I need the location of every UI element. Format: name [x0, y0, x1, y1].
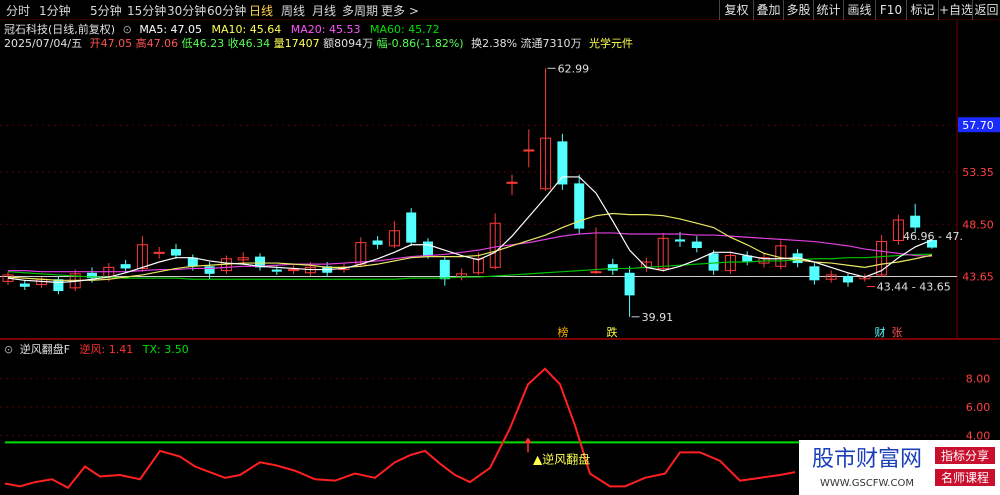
quote-low: 低46.23	[181, 37, 225, 50]
period-multi[interactable]: 多周期	[342, 2, 378, 19]
signal-arrow-head	[524, 437, 532, 444]
price-axis-tick: 43.65	[962, 271, 994, 284]
indicator-name: 逆风翻盘F	[19, 343, 71, 356]
candle-body	[708, 253, 719, 271]
add-favorite-button[interactable]: +自选	[938, 0, 973, 20]
period-monthly[interactable]: 月线	[312, 2, 336, 19]
candle-body	[809, 266, 820, 281]
range-low-label: 43.44 - 43.65	[877, 281, 951, 294]
quote-float: 流通7310万	[520, 37, 582, 50]
period-more[interactable]: 更多 >	[381, 2, 419, 19]
candle-body	[590, 271, 602, 274]
candle-body	[271, 269, 282, 272]
period-60min[interactable]: 60分钟	[207, 2, 246, 19]
event-marker: 跌	[607, 325, 618, 339]
period-5min[interactable]: 5分钟	[90, 2, 122, 19]
candle-body	[204, 266, 215, 274]
candle-body	[171, 249, 181, 256]
range-high-label: 46.96 - 47.	[903, 230, 963, 243]
quote-high: 高47.06	[135, 37, 179, 50]
period-daily[interactable]: 日线	[249, 2, 273, 19]
quote-open: 开47.05	[89, 37, 133, 50]
quote-line: 2025/07/04/五 开47.05 高47.06 低46.23 收46.34…	[4, 35, 633, 51]
indicator-value-1: 逆风: 1.41	[79, 343, 134, 356]
overlay-button[interactable]: 叠加	[753, 0, 783, 20]
candle-body	[523, 149, 535, 152]
indicator-value-2: TX: 3.50	[142, 343, 189, 356]
candle-body	[187, 257, 198, 267]
indicator-line	[4, 367, 796, 490]
f10-button[interactable]: F10	[875, 0, 906, 20]
candle-body	[406, 212, 417, 243]
candle-body	[506, 181, 518, 184]
quote-change: 幅-0.86(-1.82%)	[376, 37, 464, 50]
candle-body	[557, 141, 568, 185]
price-axis-tick: 57.70	[962, 119, 994, 132]
multi-stock-button[interactable]: 多股	[783, 0, 813, 20]
back-button[interactable]: 返回	[972, 0, 1000, 20]
quote-amount: 额8094万	[323, 37, 374, 50]
candle-body	[910, 215, 921, 228]
toolbar: 分时 1分钟 5分钟 15分钟 30分钟 60分钟 日线 周线 月线 多周期 更…	[0, 0, 1000, 20]
kline-chart[interactable]: 43.65 48.50 53.35 57.70 62.99 39.91 43.44 - 43…	[0, 0, 1000, 495]
period-weekly[interactable]: 周线	[281, 2, 305, 19]
quote-volume: 量17407	[273, 37, 320, 50]
watermark-badge-1: 指标分享	[941, 448, 989, 463]
period-30min[interactable]: 30分钟	[167, 2, 206, 19]
indicator-legend: ⊙ 逆风翻盘F 逆风: 1.41 TX: 3.50	[4, 341, 189, 357]
watermark-title: 股市财富网	[812, 447, 922, 472]
watermark-url: WWW.GSCFW.COM	[820, 478, 914, 489]
ma5-line	[7, 176, 933, 284]
indicator-axis-tick: 6.00	[966, 401, 991, 414]
period-1min[interactable]: 1分钟	[39, 2, 71, 19]
quote-close: 收46.34	[227, 37, 271, 50]
low-price-label: 39.91	[642, 311, 674, 324]
candle-body	[120, 264, 131, 269]
draw-line-button[interactable]: 画线	[843, 0, 875, 20]
candle-body	[624, 272, 635, 296]
indicator-collapse-icon[interactable]: ⊙	[4, 343, 13, 356]
candle-body	[843, 276, 853, 283]
candle-body	[691, 241, 702, 248]
signal-label: ▲逆风翻盘	[533, 451, 590, 466]
candle-body	[53, 279, 64, 292]
quote-date: 2025/07/04/五	[4, 37, 83, 50]
event-marker: 榜	[558, 325, 569, 339]
candle-body	[439, 259, 450, 280]
period-fenshi[interactable]: 分时	[6, 2, 30, 19]
high-price-label: 62.99	[558, 62, 590, 75]
candle-body	[19, 283, 30, 287]
quote-turnover: 换2.38%	[471, 37, 518, 50]
stats-button[interactable]: 统计	[813, 0, 843, 20]
candle-body	[675, 239, 685, 242]
panel-separator	[0, 338, 1000, 340]
event-marker: 财	[875, 325, 886, 339]
mark-button[interactable]: 标记	[906, 0, 938, 20]
candle-body	[607, 264, 618, 271]
price-axis-tick: 48.50	[962, 218, 994, 231]
fuquan-button[interactable]: 复权	[719, 0, 753, 20]
watermark-badge-2: 名师课程	[941, 470, 989, 485]
candle-body	[372, 240, 383, 245]
price-axis-tick: 53.35	[962, 166, 994, 179]
candle-body	[423, 241, 433, 256]
period-15min[interactable]: 15分钟	[127, 2, 166, 19]
quote-sector: 光学元件	[589, 37, 634, 50]
indicator-axis-tick: 8.00	[966, 373, 991, 386]
